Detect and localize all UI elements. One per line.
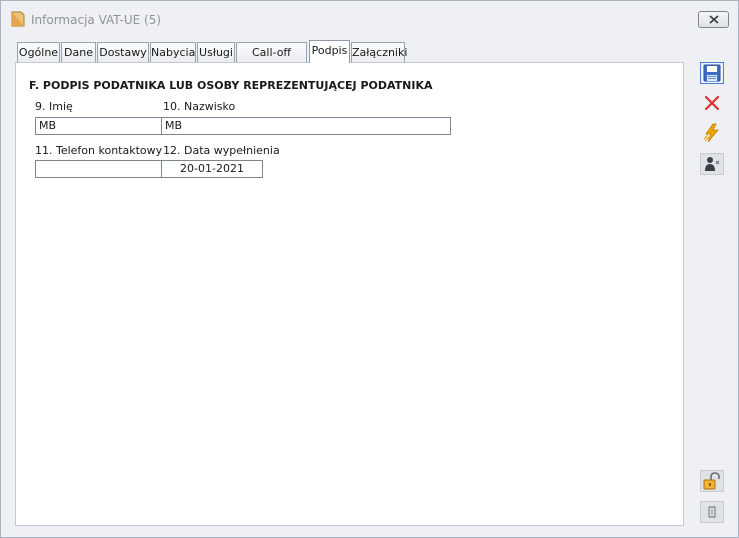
tab-call-off-stock[interactable]: Call-off stock [236, 42, 307, 78]
phone-label: 11. Telefon kontaktowy [35, 144, 163, 157]
section-title: F. PODPIS PODATNIKA LUB OSOBY REPREZENTU… [29, 79, 433, 92]
unlock-icon [703, 472, 720, 490]
app-icon [11, 11, 25, 27]
date-label: 12. Data wypełnienia [163, 144, 280, 157]
tab-dostawy[interactable]: Dostawy [97, 42, 149, 62]
tab-dane[interactable]: Dane [61, 42, 96, 62]
execute-button[interactable] [700, 122, 724, 144]
first-name-label: 9. Imię [35, 100, 73, 113]
tab-podpis[interactable]: Podpis [309, 40, 350, 63]
tab-uslugi[interactable]: Usługi [197, 42, 235, 62]
first-name-field[interactable]: MB [35, 117, 162, 135]
signature-panel: F. PODPIS PODATNIKA LUB OSOBY REPREZENTU… [15, 62, 684, 526]
user-signature-icon [705, 157, 720, 171]
lightning-icon [703, 123, 719, 143]
dialog-window: Informacja VAT-UE (5) Ogólne Dane Dostaw… [0, 0, 739, 538]
last-name-field[interactable]: MB [161, 117, 451, 135]
tab-nabycia[interactable]: Nabycia [150, 42, 196, 62]
close-button[interactable] [698, 11, 729, 28]
user-signature-button[interactable] [700, 153, 724, 175]
phone-field[interactable] [35, 160, 162, 178]
attach-button[interactable] [700, 501, 724, 523]
tab-ogolne[interactable]: Ogólne [17, 42, 60, 62]
save-button[interactable] [700, 62, 724, 84]
attach-icon [708, 506, 716, 518]
close-icon [708, 15, 719, 24]
cancel-icon [704, 95, 720, 111]
tab-zalaczniki[interactable]: Załączniki [351, 42, 407, 62]
cancel-button[interactable] [700, 92, 724, 114]
last-name-label: 10. Nazwisko [163, 100, 236, 113]
unlock-button[interactable] [700, 470, 724, 492]
date-field[interactable]: 20-01-2021 [161, 160, 263, 178]
title-bar: Informacja VAT-UE (5) [1, 1, 738, 35]
window-title: Informacja VAT-UE (5) [31, 13, 162, 27]
save-icon [703, 64, 721, 82]
